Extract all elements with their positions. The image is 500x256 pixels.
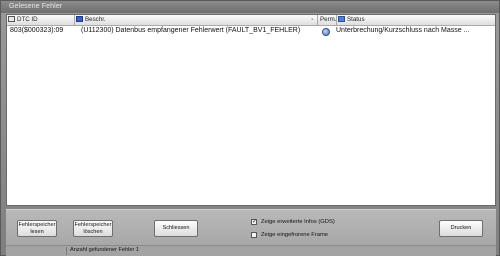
print-button[interactable]: Drucken — [439, 220, 483, 237]
freeze-frame-option[interactable]: Zeige eingefrorene Frame — [251, 231, 328, 239]
table-header: DTC ID Beschr. ‣ Perm. Status — [7, 15, 495, 26]
cell-dtc-id: 803($000323):09 — [10, 27, 64, 34]
freeze-frame-label: Zeige eingefrorene Frame — [261, 232, 329, 238]
info-dot-icon — [322, 27, 330, 36]
status-bar: Anzahl gefundener Fehler 1 — [6, 245, 496, 256]
status-icon — [338, 16, 345, 22]
column-header-label: DTC ID — [17, 16, 38, 23]
column-header-label: Status — [347, 16, 365, 23]
status-divider — [66, 247, 67, 255]
column-header-label: Beschr. — [85, 16, 106, 23]
cell-description: (U112300) Datenbus empfangener Fehlerwer… — [81, 27, 301, 34]
error-list-window: Gelesene Fehler DTC ID Beschr. ‣ Perm. S… — [0, 0, 500, 256]
freeze-frame-checkbox[interactable] — [251, 232, 257, 238]
sort-indicator-icon: ‣ — [311, 17, 314, 23]
table-row[interactable]: 803($000323):09 (U112300) Datenbus empfa… — [7, 26, 495, 36]
column-header-perm[interactable]: Perm. — [318, 15, 337, 25]
title-bar[interactable]: Gelesene Fehler — [1, 1, 499, 13]
column-header-status[interactable]: Status — [337, 15, 495, 25]
cell-status: Unterbrechung/Kurzschluss nach Masse ... — [336, 27, 470, 34]
dtc-icon — [8, 16, 15, 22]
extended-info-label: Zeige erweiterte Infos (GDS) — [261, 219, 335, 225]
clear-fault-memory-button[interactable]: Fehlerspeicher löschen — [73, 220, 113, 237]
extended-info-option[interactable]: ✓ Zeige erweiterte Infos (GDS) — [251, 218, 335, 226]
description-icon — [76, 16, 83, 22]
window-title: Gelesene Fehler — [9, 3, 63, 10]
column-header-dtc-id[interactable]: DTC ID — [7, 15, 75, 25]
error-list[interactable]: DTC ID Beschr. ‣ Perm. Status 803($00032… — [6, 14, 496, 206]
action-panel: Fehlerspeicher lesen Fehlerspeicher lösc… — [6, 209, 496, 246]
close-button[interactable]: Schliessen — [154, 220, 198, 237]
read-fault-memory-button[interactable]: Fehlerspeicher lesen — [17, 220, 57, 237]
column-header-label: Perm. — [320, 16, 337, 23]
extended-info-checkbox[interactable]: ✓ — [251, 219, 257, 225]
column-header-description[interactable]: Beschr. ‣ — [75, 15, 318, 25]
error-count-text: Anzahl gefundener Fehler 1 — [70, 247, 140, 253]
